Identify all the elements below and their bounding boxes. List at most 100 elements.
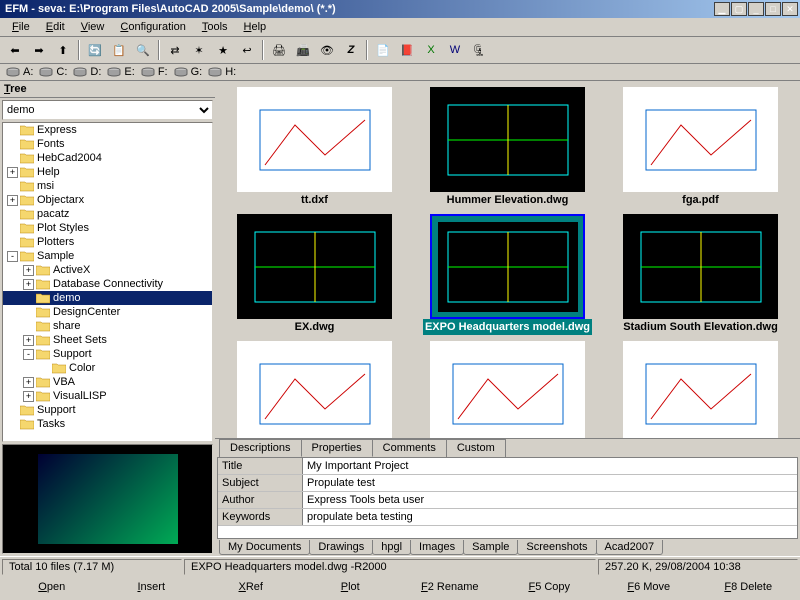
workspace-tab[interactable]: Screenshots (517, 540, 596, 555)
word-icon[interactable]: W (444, 39, 466, 61)
tree-node[interactable]: HebCad2004 (3, 151, 212, 165)
print-icon[interactable]: 🖨 (268, 39, 290, 61)
thumbnail-item[interactable]: COLUMBIA.TIF (221, 341, 408, 438)
thumbnail-item[interactable]: 50states.plt (607, 341, 794, 438)
tree-node[interactable]: msi (3, 179, 212, 193)
menu-view[interactable]: View (73, 19, 113, 35)
target-icon[interactable]: ✶ (188, 39, 210, 61)
swap-icon[interactable]: ⇄ (164, 39, 186, 61)
prop-tab-descriptions[interactable]: Descriptions (219, 439, 302, 457)
tree-node[interactable]: Tasks (3, 417, 212, 431)
prop-value[interactable]: My Important Project (303, 458, 797, 474)
tree-node[interactable]: +VBA (3, 375, 212, 389)
prop-tab-properties[interactable]: Properties (301, 439, 373, 457)
folder-combo[interactable]: demo (2, 100, 213, 120)
thumbnail-item[interactable]: EXPO Headquarters model.dwg (414, 214, 601, 335)
menu-edit[interactable]: Edit (38, 19, 73, 35)
tree-node[interactable]: Support (3, 403, 212, 417)
tree-expand-icon[interactable]: + (23, 391, 34, 402)
thumbnail-item[interactable]: tt.dxf (221, 87, 408, 208)
prop-tab-comments[interactable]: Comments (372, 439, 447, 457)
tree-node[interactable]: DesignCenter (3, 305, 212, 319)
extra1-button[interactable]: _ (748, 2, 764, 16)
restore-button[interactable]: ▢ (731, 2, 747, 16)
prop-tab-custom[interactable]: Custom (446, 439, 506, 457)
prop-value[interactable]: propulate beta testing (303, 509, 797, 525)
tree-expand-icon[interactable]: + (23, 279, 34, 290)
thumbnail-item[interactable]: fga.pdf (607, 87, 794, 208)
tree-expand-icon[interactable]: - (23, 349, 34, 360)
tree-node[interactable]: pacatz (3, 207, 212, 221)
tree-node[interactable]: +ActiveX (3, 263, 212, 277)
drive-f[interactable]: F: (141, 66, 168, 78)
fkey-button[interactable]: F6 Move (599, 579, 699, 595)
workspace-tab[interactable]: Images (410, 540, 464, 555)
find-icon[interactable]: 🔍 (132, 39, 154, 61)
thumbnail-item[interactable]: Hummer Elevation.dwg (414, 87, 601, 208)
tree-expand-icon[interactable]: + (7, 195, 18, 206)
up-icon[interactable]: ⬆ (52, 39, 74, 61)
tree-node[interactable]: -Sample (3, 249, 212, 263)
tree-expand-icon[interactable]: + (23, 377, 34, 388)
tree-node[interactable]: -Support (3, 347, 212, 361)
workspace-tab[interactable]: Sample (463, 540, 518, 555)
drive-e[interactable]: E: (107, 66, 134, 78)
menu-file[interactable]: File (4, 19, 38, 35)
fkey-button[interactable]: F8 Delete (699, 579, 799, 595)
close-button[interactable]: ✕ (782, 2, 798, 16)
fkey-button[interactable]: Plot (301, 579, 401, 595)
tree-expand-icon[interactable]: + (23, 335, 34, 346)
back-icon[interactable]: ⬅ (4, 39, 26, 61)
thumbnail-item[interactable]: zkl47_22.PDF (414, 341, 601, 438)
workspace-tab[interactable]: hpgl (372, 540, 411, 555)
eye-icon[interactable]: 👁 (316, 39, 338, 61)
tree-node[interactable]: Express (3, 123, 212, 137)
fax-icon[interactable]: 📠 (292, 39, 314, 61)
tree-node[interactable]: +Sheet Sets (3, 333, 212, 347)
menu-configuration[interactable]: Configuration (112, 19, 193, 35)
minimize-button[interactable]: ▁ (714, 2, 730, 16)
menu-help[interactable]: Help (236, 19, 275, 35)
tree-expand-icon[interactable]: - (7, 251, 18, 262)
fkey-button[interactable]: Open (2, 579, 102, 595)
menu-tools[interactable]: Tools (194, 19, 236, 35)
tree-expand-icon[interactable]: + (7, 167, 18, 178)
fkey-button[interactable]: XRef (201, 579, 301, 595)
tree-node[interactable]: +Objectarx (3, 193, 212, 207)
drive-h[interactable]: H: (208, 66, 236, 78)
fkey-button[interactable]: Insert (102, 579, 202, 595)
tree-expand-icon[interactable]: + (23, 265, 34, 276)
thumbnail-item[interactable]: Stadium South Elevation.dwg (607, 214, 794, 335)
app1-icon[interactable]: 📄 (372, 39, 394, 61)
zip-icon[interactable]: 🗜 (468, 39, 490, 61)
folder-tree[interactable]: ExpressFontsHebCad2004+Helpmsi+Objectarx… (2, 122, 213, 442)
bolt-icon[interactable]: Z (340, 39, 362, 61)
workspace-tab[interactable]: Drawings (309, 540, 373, 555)
fkey-button[interactable]: F2 Rename (400, 579, 500, 595)
drive-g[interactable]: G: (174, 66, 203, 78)
drive-c[interactable]: C: (39, 66, 67, 78)
extra2-button[interactable]: □ (765, 2, 781, 16)
forward-icon[interactable]: ➡ (28, 39, 50, 61)
workspace-tab[interactable]: My Documents (219, 540, 310, 555)
copy-icon[interactable]: 📋 (108, 39, 130, 61)
tree-node[interactable]: +VisualLISP (3, 389, 212, 403)
thumbnail-item[interactable]: EX.dwg (221, 214, 408, 335)
fkey-button[interactable]: F5 Copy (500, 579, 600, 595)
tree-node[interactable]: +Database Connectivity (3, 277, 212, 291)
tree-node[interactable]: +Help (3, 165, 212, 179)
excel-icon[interactable]: X (420, 39, 442, 61)
tree-node[interactable]: Plotters (3, 235, 212, 249)
refresh-icon[interactable]: 🔄 (84, 39, 106, 61)
prop-value[interactable]: Express Tools beta user (303, 492, 797, 508)
star-icon[interactable]: ★ (212, 39, 234, 61)
tree-node[interactable]: Fonts (3, 137, 212, 151)
tree-node[interactable]: Color (3, 361, 212, 375)
return-icon[interactable]: ↩ (236, 39, 258, 61)
workspace-tab[interactable]: Acad2007 (596, 540, 664, 555)
drive-a[interactable]: A: (6, 66, 33, 78)
tree-node[interactable]: Plot Styles (3, 221, 212, 235)
drive-d[interactable]: D: (73, 66, 101, 78)
app2-icon[interactable]: 📕 (396, 39, 418, 61)
prop-value[interactable]: Propulate test (303, 475, 797, 491)
